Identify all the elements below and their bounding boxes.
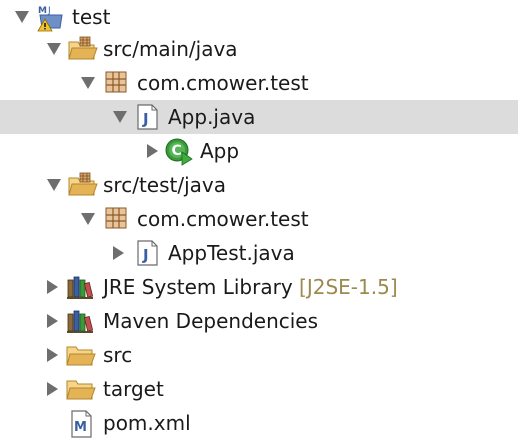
package-icon [104, 206, 132, 232]
collapse-twisty-icon[interactable] [44, 32, 66, 66]
library-icon [66, 274, 94, 300]
tree-item-package-test[interactable]: com.cmower.test [0, 202, 518, 236]
collapse-twisty-icon[interactable] [78, 66, 100, 100]
project-label: test [72, 5, 111, 29]
svg-text:C: C [172, 143, 182, 159]
src-test-java-label: src/test/java [103, 173, 226, 197]
tree-item-pom-xml[interactable]: M pom.xml [0, 406, 518, 440]
folder-icon [66, 376, 96, 402]
tree-item-jre-system-library[interactable]: JRE System Library [J2SE-1.5] [0, 270, 518, 304]
src-label: src [103, 343, 133, 367]
collapse-twisty-icon[interactable] [78, 202, 100, 236]
package-icon [104, 70, 132, 96]
pom-xml-label: pom.xml [103, 411, 191, 435]
java-file-icon: J [136, 240, 164, 266]
tree-item-app-java[interactable]: J App.java [0, 100, 518, 134]
svg-text:J: J [142, 110, 149, 128]
src-main-java-label: src/main/java [103, 37, 238, 61]
tree-item-package-main[interactable]: com.cmower.test [0, 66, 518, 100]
app-java-label: App.java [168, 105, 256, 129]
tree-item-src[interactable]: src [0, 338, 518, 372]
svg-text:M: M [74, 420, 87, 435]
expand-twisty-icon[interactable] [108, 236, 130, 270]
jre-version-decoration: [J2SE-1.5] [299, 275, 398, 299]
tree-item-src-main-java[interactable]: src/main/java [0, 32, 518, 66]
tree-item-project[interactable]: M J test [0, 0, 518, 34]
expand-twisty-icon[interactable] [142, 134, 164, 168]
collapse-twisty-icon[interactable] [110, 100, 132, 134]
package-main-label: com.cmower.test [137, 71, 309, 95]
collapse-twisty-icon[interactable] [44, 168, 66, 202]
expand-twisty-icon[interactable] [42, 338, 64, 372]
project-explorer-tree: M J test src/main/java com.cmower.test J… [0, 0, 518, 440]
java-file-icon: J [136, 104, 164, 130]
expand-twisty-icon[interactable] [42, 270, 64, 304]
folder-icon [66, 342, 96, 368]
source-folder-icon [68, 172, 98, 198]
target-label: target [103, 377, 164, 401]
tree-item-src-test-java[interactable]: src/test/java [0, 168, 518, 202]
runnable-class-icon: C [164, 138, 193, 166]
tree-item-maven-dependencies[interactable]: Maven Dependencies [0, 304, 518, 338]
tree-item-target[interactable]: target [0, 372, 518, 406]
tree-item-apptest-java[interactable]: J AppTest.java [0, 236, 518, 270]
collapse-twisty-icon[interactable] [12, 0, 34, 34]
expand-twisty-icon[interactable] [42, 372, 64, 406]
apptest-java-label: AppTest.java [168, 241, 295, 265]
source-folder-icon [68, 36, 98, 62]
package-test-label: com.cmower.test [137, 207, 309, 231]
jre-library-name: JRE System Library [103, 275, 293, 299]
svg-text:J: J [142, 246, 149, 264]
expand-twisty-icon[interactable] [42, 304, 64, 338]
tree-item-app-class[interactable]: C App [0, 134, 518, 168]
jre-library-label: JRE System Library [J2SE-1.5] [103, 273, 398, 301]
maven-pom-icon: M [70, 410, 98, 438]
app-class-label: App [200, 139, 240, 163]
maven-project-warning-icon: M J [36, 4, 64, 32]
maven-dependencies-label: Maven Dependencies [103, 309, 319, 333]
library-icon [66, 308, 94, 334]
